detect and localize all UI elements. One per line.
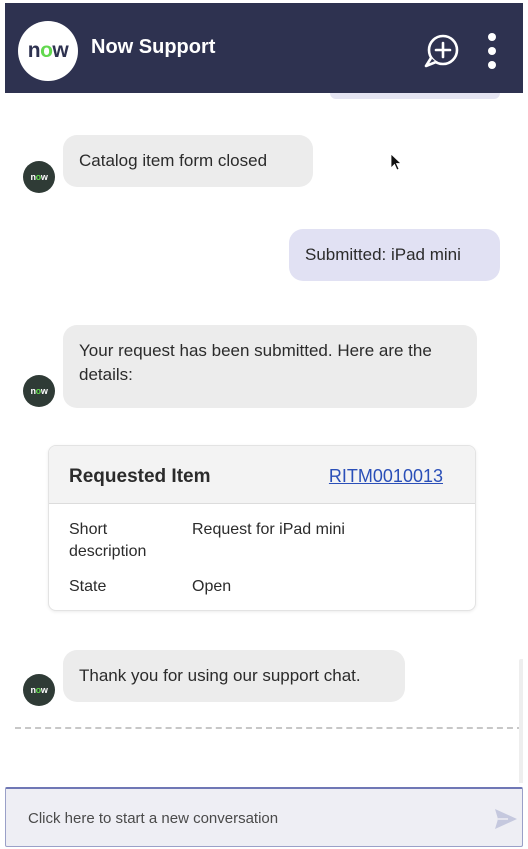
card-value-short-description: Request for iPad mini: [192, 521, 345, 538]
vertical-dots-icon: [488, 33, 496, 41]
card-header: Requested Item RITM0010013: [49, 446, 475, 504]
conversation-end-divider: [15, 727, 523, 729]
now-logo: now: [18, 21, 78, 81]
chat-header: now Now Support: [5, 3, 523, 93]
previous-message-bubble: [330, 93, 500, 99]
send-button[interactable]: [494, 808, 518, 830]
bot-message: Catalog item form closed: [63, 135, 313, 187]
send-icon: [495, 809, 517, 829]
user-message: Submitted: iPad mini: [289, 229, 500, 281]
scrollbar[interactable]: [519, 659, 523, 783]
ritm-link[interactable]: RITM0010013: [329, 466, 443, 487]
card-label-short-description: Short description: [69, 521, 147, 560]
chat-plus-icon: [424, 34, 459, 68]
bot-avatar: now: [23, 161, 55, 193]
message-composer: [5, 787, 523, 847]
mouse-cursor-icon: [390, 153, 402, 171]
card-value-state: Open: [192, 578, 232, 595]
more-options-button[interactable]: [481, 31, 503, 71]
bot-message: Your request has been submitted. Here ar…: [63, 325, 477, 408]
card-title: Requested Item: [69, 466, 211, 487]
requested-item-card: Requested Item RITM0010013 Short descrip…: [48, 445, 476, 611]
new-conversation-button[interactable]: [422, 33, 462, 69]
card-label-state: State: [69, 578, 107, 595]
bot-message: Thank you for using our support chat.: [63, 650, 405, 702]
chat-window: now Now Support now Catalog item form cl…: [0, 0, 528, 849]
header-title: Now Support: [91, 36, 216, 58]
message-list[interactable]: now Catalog item form closed Submitted: …: [5, 93, 523, 783]
new-conversation-input[interactable]: [28, 807, 458, 829]
bot-avatar: now: [23, 375, 55, 407]
bot-avatar: now: [23, 674, 55, 706]
